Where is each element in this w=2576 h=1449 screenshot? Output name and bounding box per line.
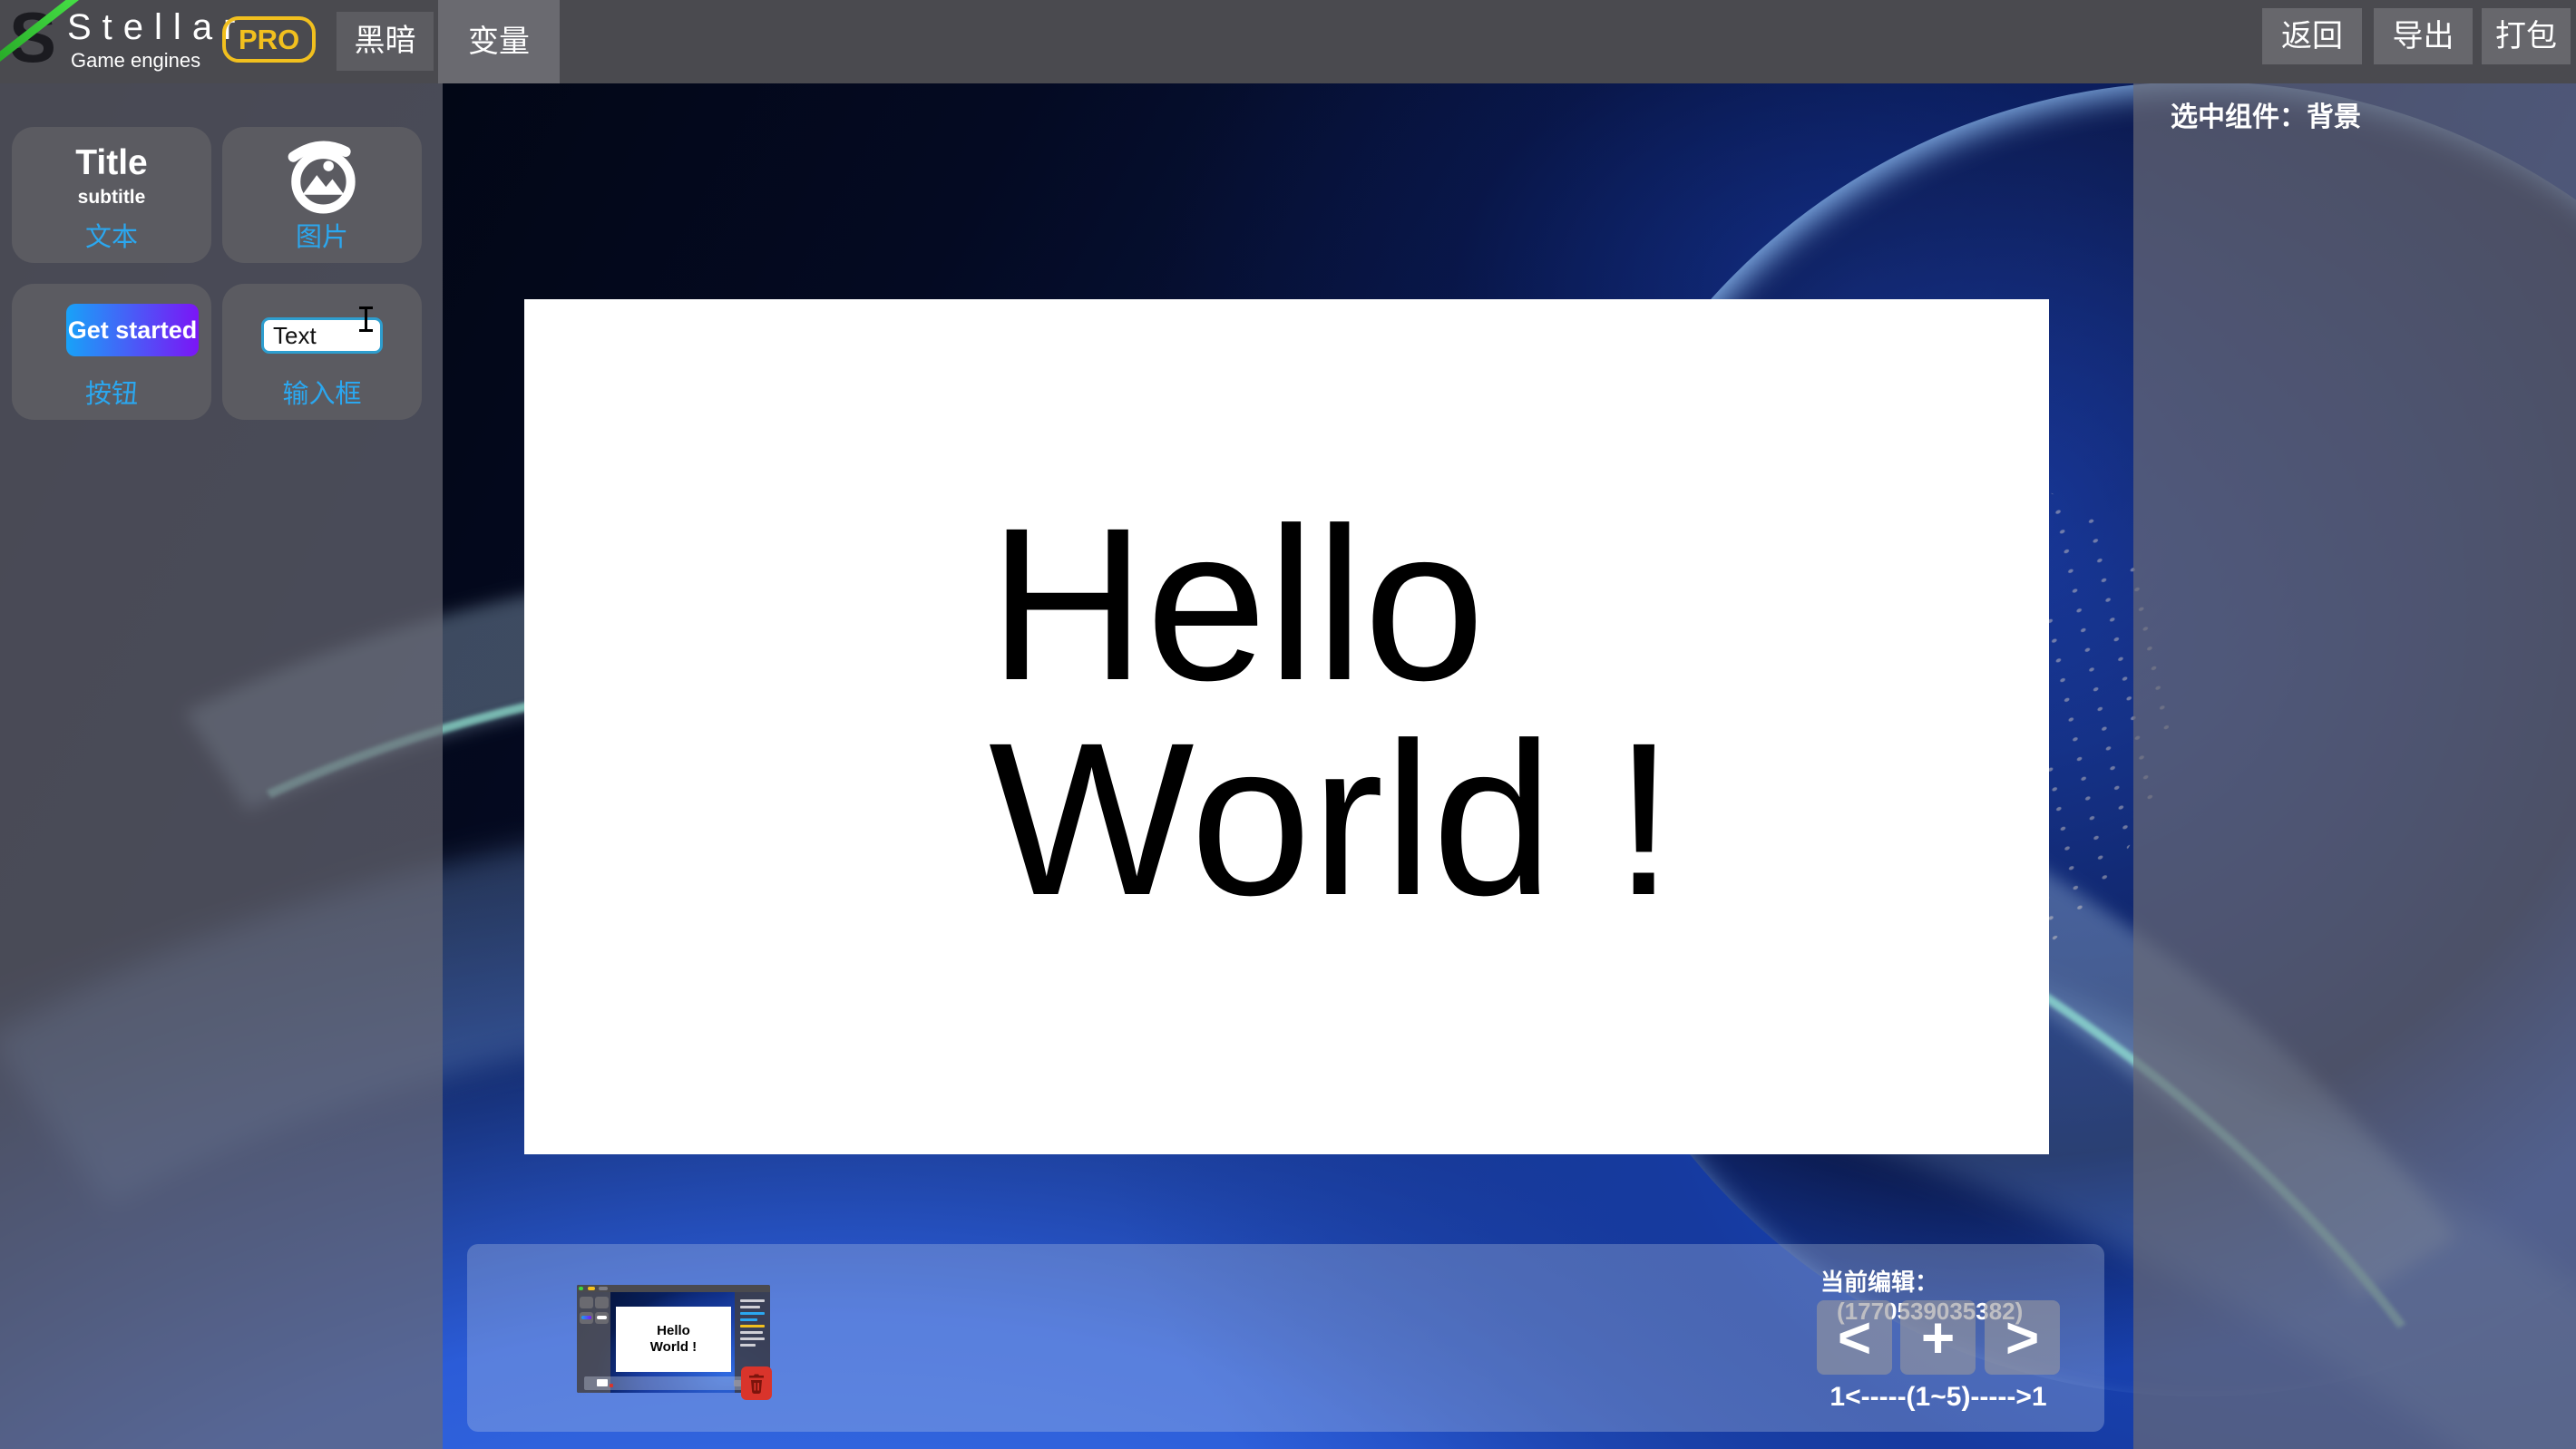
screen-thumbnail-wrap: Hello World ! [577, 1285, 795, 1407]
thumb-screens-strip [584, 1376, 763, 1390]
slide-canvas[interactable]: HelloWorld ! [524, 299, 2049, 1154]
thumb-topbar [577, 1285, 770, 1292]
text-cursor-icon [359, 306, 372, 334]
palette-item-input[interactable]: 输入框 [222, 284, 422, 420]
next-screen-button[interactable]: > [1985, 1300, 2060, 1375]
thumb-slide: Hello World ! [616, 1307, 731, 1372]
selected-component-label: 选中组件： [2171, 102, 2307, 132]
export-button[interactable]: 导出 [2374, 8, 2473, 64]
back-button[interactable]: 返回 [2262, 8, 2362, 64]
top-bar: S Stellar Game engines PRO 黑暗 变量 返回 导出 打… [0, 0, 2576, 83]
slide-text-line1: Hello [989, 482, 1485, 725]
brand-tagline: Game engines [71, 49, 200, 73]
selected-component-readout: 选中组件：背景 [2171, 94, 2361, 134]
delete-screen-button[interactable] [741, 1366, 772, 1400]
palette-item-image[interactable]: 图片 [222, 127, 422, 263]
selected-component-value: 背景 [2307, 102, 2361, 132]
screens-panel: Hello World ! [467, 1244, 2104, 1432]
current-edit-label: 当前编辑： [1820, 1269, 1938, 1296]
stellar-logo-icon: S [5, 0, 65, 83]
inspector-backdrop [2133, 83, 2576, 1449]
slide-text-line2: World ! [989, 697, 1674, 940]
app-window: 选中组件：背景 HelloWorld ! S Stellar Game engi… [0, 0, 2576, 1449]
palette-item-label: 输入框 [222, 373, 422, 411]
image-icon [280, 140, 364, 220]
tab-variables[interactable]: 变量 [438, 0, 560, 83]
prev-screen-button[interactable]: < [1817, 1300, 1892, 1375]
button-preview[interactable]: Get started [66, 304, 199, 356]
screen-range-indicator: 1<-----(1~5)----->1 [1817, 1382, 2060, 1413]
text-preview-title: Title [12, 143, 211, 183]
palette-item-label: 文本 [12, 216, 211, 254]
thumb-slide-line1: Hello [657, 1323, 690, 1339]
text-preview-subtitle: subtitle [12, 187, 211, 209]
add-screen-button[interactable]: + [1900, 1300, 1976, 1375]
slide-text[interactable]: HelloWorld ! [989, 497, 1674, 927]
trash-icon [746, 1372, 767, 1396]
palette-item-label: 按钮 [12, 373, 211, 411]
palette-item-text[interactable]: Title subtitle 文本 [12, 127, 211, 263]
palette-item-button[interactable]: Get started 按钮 [12, 284, 211, 420]
package-button[interactable]: 打包 [2482, 8, 2571, 64]
thumb-slide-line2: World ! [650, 1339, 697, 1356]
brand-name: Stellar [67, 7, 246, 48]
palette-item-label: 图片 [222, 216, 422, 254]
pro-badge: PRO [222, 16, 316, 63]
tab-dark-mode[interactable]: 黑暗 [337, 12, 434, 71]
